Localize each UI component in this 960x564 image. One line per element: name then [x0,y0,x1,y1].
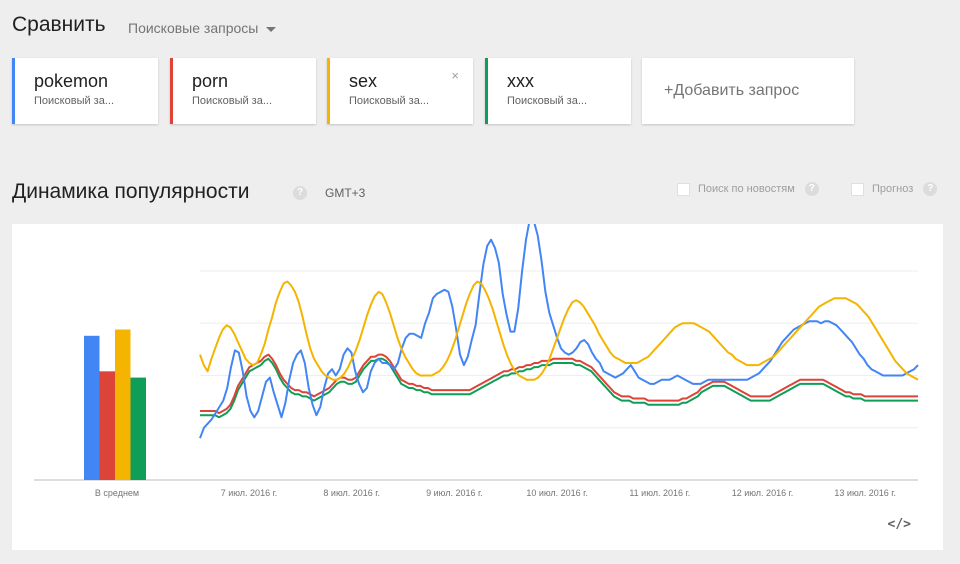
x-tick-label: 13 июл. 2016 г. [834,488,896,498]
term-label: pokemon [34,71,109,91]
average-bar-xxx [130,377,146,480]
compare-mode-label: Поисковые запросы [128,20,259,36]
x-tick-label: 8 июл. 2016 г. [323,488,380,498]
term-color-bar [12,58,15,124]
series-line-sex [199,280,919,381]
add-term-button[interactable]: +Добавить запрос [642,58,854,124]
help-icon[interactable]: ? [923,182,938,196]
section-title: Динамика популярности [12,180,250,203]
term-label: sex [349,71,378,91]
x-tick-label: 9 июл. 2016 г. [426,488,483,498]
chevron-down-icon [266,26,277,32]
term-color-bar [327,58,330,124]
forecast-checkbox[interactable] [851,182,864,196]
term-card-2[interactable]: porn Поисковый за... [170,58,316,124]
x-tick-label: 12 июл. 2016 г. [732,488,794,498]
term-color-bar [170,58,173,124]
term-card-4[interactable]: xxx Поисковый за... [485,58,631,124]
term-type: Поисковый за... [192,95,273,107]
compare-title: Сравнить [12,13,106,36]
x-tick-label: 10 июл. 2016 г. [526,488,588,498]
compare-mode-dropdown[interactable]: Поисковые запросы [128,20,277,36]
term-type: Поисковый за... [507,95,588,107]
term-type: Поисковый за... [349,95,430,107]
term-label: porn [192,71,229,91]
term-color-bar [485,58,488,124]
interest-chart: В среднем 7 июл. 2016 г. 8 июл. 2016 г. 9 и… [12,224,943,550]
timezone-label: GMT+3 [325,186,366,200]
news-search-label: Поиск по новостям [698,183,795,195]
average-bar-pokemon [84,335,100,480]
news-search-option: Поиск по новостям ? [677,182,819,196]
x-tick-label: 7 июл. 2016 г. [221,488,278,498]
chart-svg: В среднем 7 июл. 2016 г. 8 июл. 2016 г. 9 и… [34,224,919,498]
x-tick-label: 11 июл. 2016 г. [629,488,690,498]
average-label: В среднем [95,488,139,498]
news-search-checkbox[interactable] [677,182,690,196]
forecast-label: Прогноз [872,183,914,195]
forecast-option: Прогноз ? [851,182,938,196]
term-label: xxx [507,71,534,91]
term-type: Поисковый за... [34,95,115,107]
close-icon[interactable]: × [451,68,459,83]
average-bar-porn [99,371,115,480]
term-card-1[interactable]: pokemon Поисковый за... [12,58,158,124]
help-icon[interactable]: ? [293,186,307,200]
average-bar-sex [115,329,131,480]
term-card-3[interactable]: sex Поисковый за... × [327,58,473,124]
embed-code-icon[interactable]: </> [888,517,911,532]
help-icon[interactable]: ? [804,182,819,196]
